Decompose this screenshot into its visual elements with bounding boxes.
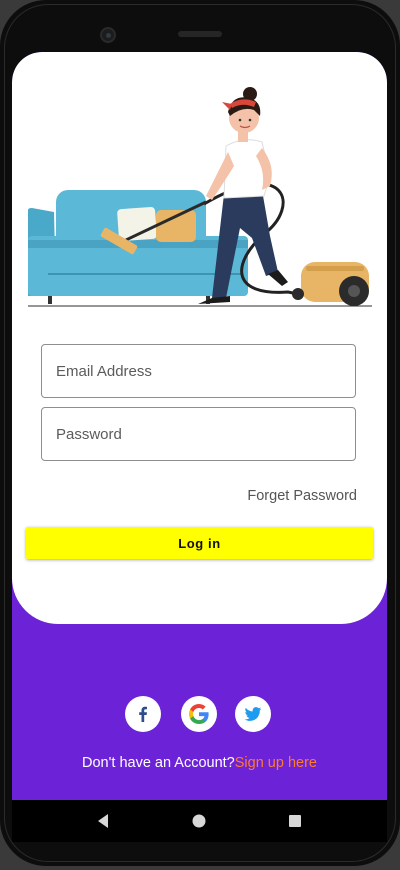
signup-prompt-text: Don't have an Account? [82,755,235,771]
android-nav-bar [12,800,387,842]
signup-link[interactable]: Sign up here [235,755,317,771]
earpiece-speaker [178,31,222,37]
nav-home-button[interactable] [184,806,214,836]
app-screen: Forget Password Log in [12,52,387,800]
nav-recents-button[interactable] [280,806,310,836]
login-card: Forget Password Log in [12,52,387,624]
password-field[interactable] [41,407,356,461]
google-login-button[interactable] [181,696,217,732]
nav-back-button[interactable] [88,806,118,836]
home-circle-icon [192,814,206,828]
forget-password-link[interactable]: Forget Password [247,488,357,504]
password-input[interactable] [42,408,355,460]
facebook-login-button[interactable] [125,696,161,732]
email-field[interactable] [41,344,356,398]
cleaning-illustration [28,87,372,307]
phone-frame: Forget Password Log in [0,0,400,866]
login-button[interactable]: Log in [26,527,373,559]
twitter-icon [244,707,262,721]
email-input[interactable] [42,345,355,397]
twitter-login-button[interactable] [235,696,271,732]
google-icon [189,704,209,724]
back-triangle-icon [98,814,108,828]
signup-prompt: Don't have an Account?Sign up here [12,755,387,771]
recents-square-icon [289,815,301,827]
facebook-icon [139,706,147,722]
front-camera [100,27,116,43]
social-login-row [12,696,387,732]
